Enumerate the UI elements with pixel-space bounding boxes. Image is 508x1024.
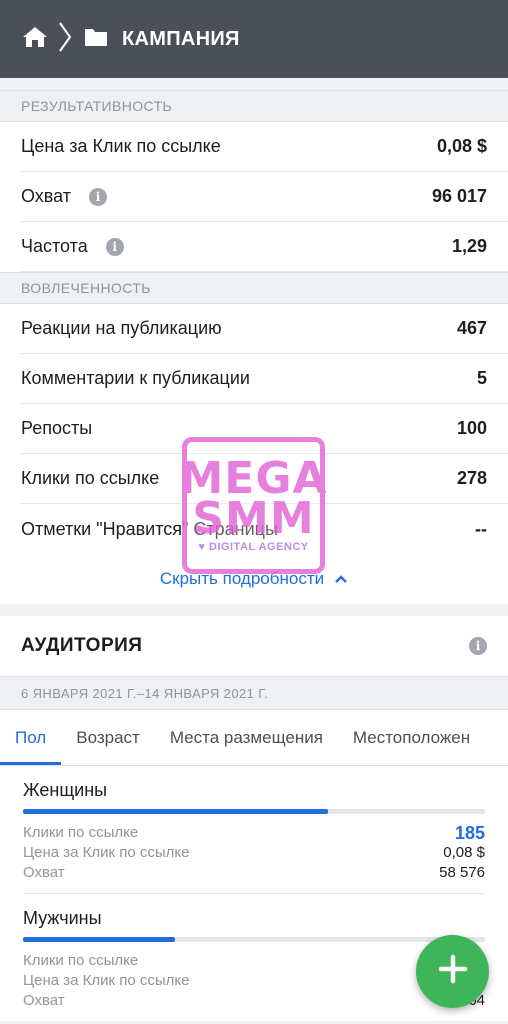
metric-row: Комментарии к публикации 5 — [21, 354, 508, 404]
engagement-section-title: ВОВЛЕЧЕННОСТЬ — [0, 272, 508, 304]
audience-tabs: Пол Возраст Места размещения Местоположен — [0, 710, 508, 766]
metric-label-text: Репосты — [21, 418, 93, 438]
audience-header: АУДИТОРИЯ i — [0, 616, 508, 676]
performance-section-title: РЕЗУЛЬТАТИВНОСТЬ — [0, 90, 508, 122]
metric-row: Частота i 1,29 — [21, 222, 508, 272]
info-icon[interactable]: i — [89, 187, 108, 206]
gender-metric: Охват…64 — [23, 991, 485, 1011]
add-button[interactable] — [416, 935, 489, 1008]
metric-row: Цена за Клик по ссылке 0,08 $ — [21, 122, 508, 172]
tab-0[interactable]: Пол — [0, 710, 62, 765]
metric-value: 5 — [476, 368, 487, 388]
gender-metric: Клики по ссылке 185 — [23, 823, 485, 843]
page-title: КАМПАНИЯ — [122, 27, 240, 50]
gender-metric-label: Охват — [23, 992, 65, 1009]
gender-name: Мужчины — [23, 908, 102, 928]
gender-group: Мужчины Клики по ссылке Цена за Клик по сс… — [23, 894, 485, 1021]
gender-metric-value: 0,08 $ — [443, 844, 485, 861]
metric-label-text: Частота — [21, 236, 88, 256]
metric-row: Охват i 96 017 — [21, 172, 508, 222]
metric-value: 100 — [456, 418, 487, 438]
gender-metric: Охват 58 576 — [23, 863, 485, 883]
metric-label: Охват i — [21, 186, 108, 207]
tab-2[interactable]: Места размещения — [155, 710, 338, 765]
gender-metric-label: Охват — [23, 864, 65, 881]
chevron-right-icon — [58, 21, 72, 58]
gender-metric-label: Клики по ссылке — [23, 952, 139, 969]
metric-value: 96 017 — [431, 186, 487, 206]
metric-label: Частота i — [21, 236, 124, 257]
gender-group: Женщины Клики по ссылке 185 Цена за Клик по… — [23, 766, 485, 894]
metric-label-text: Реакции на публикацию — [21, 318, 222, 338]
gender-metric-value: 58 576 — [439, 864, 485, 881]
info-icon[interactable]: i — [469, 637, 487, 655]
metric-value: 1,29 — [451, 236, 487, 256]
share-bar-fill — [23, 809, 328, 814]
watermark-logo: MEGA SMM ♥ DIGITAL AGENCY — [180, 437, 327, 574]
share-bar-fill — [23, 937, 176, 942]
top-bar: КАМПАНИЯ — [0, 0, 508, 78]
metric-value: 467 — [456, 318, 487, 338]
metric-label: Клики по ссылке — [21, 468, 159, 489]
metric-value: -- — [475, 518, 487, 539]
metric-value: 0,08 $ — [436, 136, 487, 156]
folder-icon[interactable] — [84, 27, 108, 52]
metric-label-text: Клики по ссылке — [21, 468, 160, 488]
tab-3[interactable]: Местоположен — [338, 710, 485, 765]
metric-label: Реакции на публикацию — [21, 318, 222, 339]
gender-metric-label: Цена за Клик по ссылке — [23, 844, 190, 861]
gender-metric: Цена за Клик по ссылке 0,08 $ — [23, 843, 485, 863]
info-icon[interactable]: i — [105, 237, 124, 256]
metric-label-text: Цена за Клик по ссылке — [21, 136, 221, 156]
share-bar — [23, 809, 485, 814]
share-bar — [23, 937, 485, 942]
gender-metric-label: Клики по ссылке — [23, 824, 139, 841]
metric-value: 278 — [456, 468, 487, 488]
plus-icon — [438, 954, 468, 989]
metric-label: Репосты — [21, 418, 92, 439]
chevron-up-icon — [334, 569, 348, 589]
audience-title: АУДИТОРИЯ — [21, 635, 143, 656]
metric-label-text: Охват — [21, 186, 72, 206]
gender-metric-label: Цена за Клик по ссылке — [23, 972, 190, 989]
gender-metric-value: 185 — [454, 823, 485, 843]
metric-row: Реакции на публикацию 467 — [21, 304, 508, 354]
gender-name: Женщины — [23, 780, 108, 800]
home-icon[interactable] — [22, 26, 48, 53]
date-range: 6 ЯНВАРЯ 2021 Г.–14 ЯНВАРЯ 2021 Г. — [0, 676, 508, 710]
tab-1[interactable]: Возраст — [61, 710, 155, 765]
metric-label-text: Комментарии к публикации — [21, 368, 250, 388]
metric-label: Цена за Клик по ссылке — [21, 136, 221, 157]
metric-label: Комментарии к публикации — [21, 368, 250, 389]
performance-list: Цена за Клик по ссылке 0,08 $ Охват i 96 017… — [0, 122, 508, 272]
